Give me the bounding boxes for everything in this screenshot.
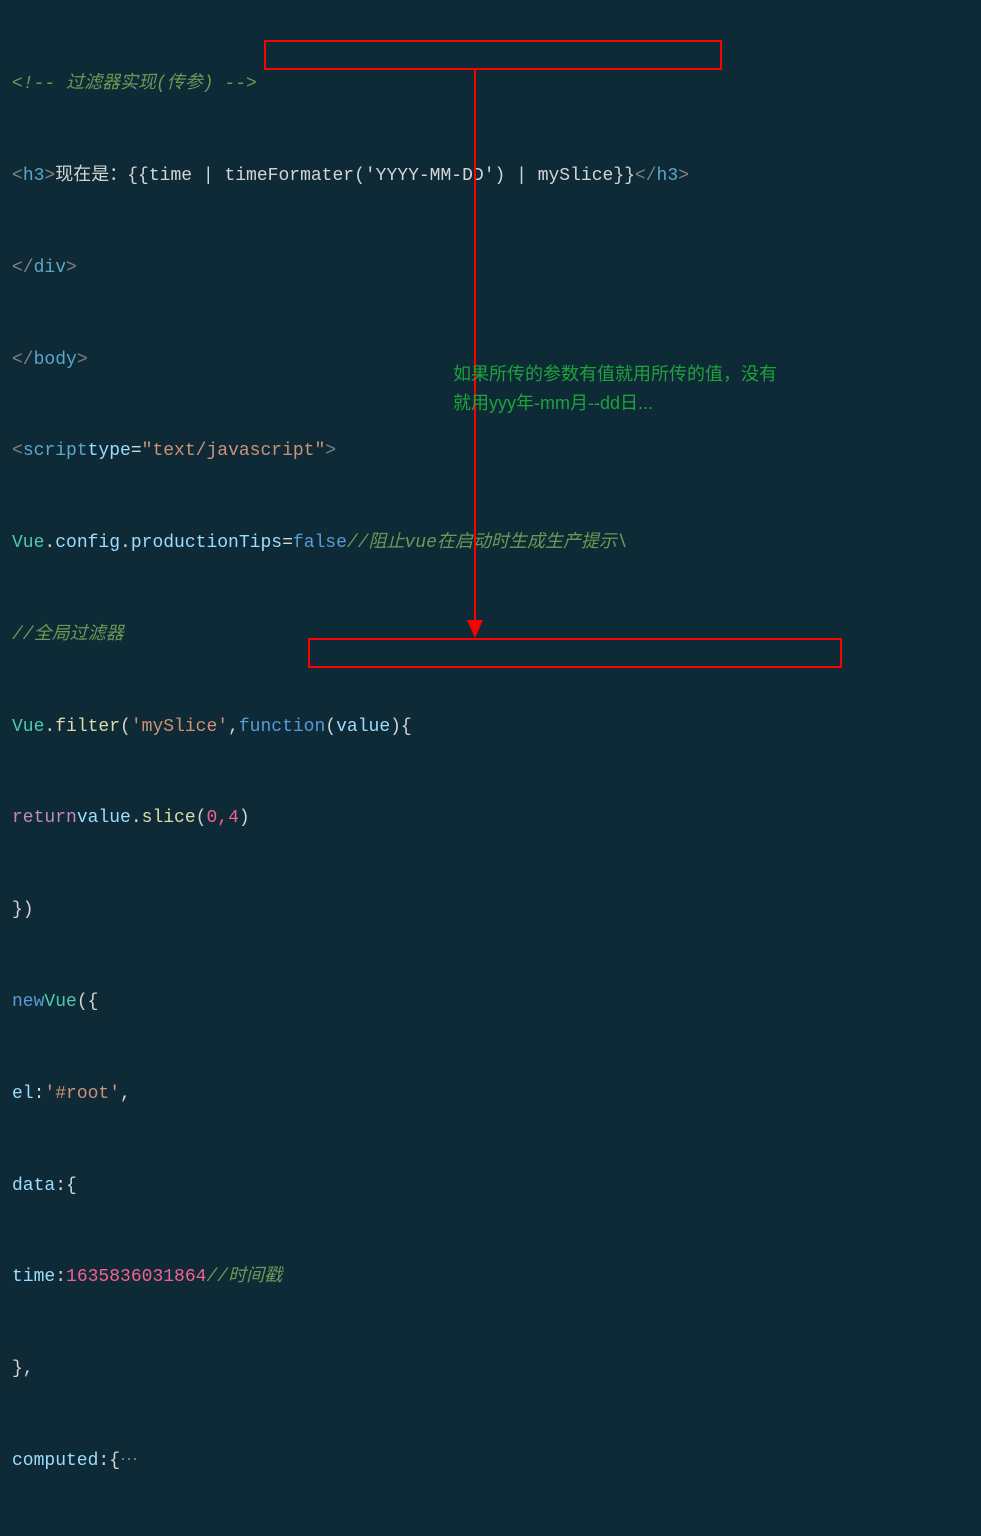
slice-args: 0,4 [206, 803, 238, 834]
comment-text: //时间戳 [206, 1262, 282, 1293]
code-line[interactable]: <script type="text/javascript"> [0, 436, 981, 467]
code-line[interactable]: time:1635836031864 //时间戳 [0, 1262, 981, 1293]
comment-text: //阻止vue在启动时生成生产提示\ [347, 528, 628, 559]
code-line[interactable]: <!-- 过滤器实现(传参) --> [0, 69, 981, 100]
code-line[interactable]: <h3>现在是：{{time | timeFormater('YYYY-MM-D… [0, 161, 981, 192]
code-editor[interactable]: <!-- 过滤器实现(传参) --> <h3>现在是：{{time | time… [0, 0, 981, 1536]
code-line[interactable]: return value.slice(0,4) [0, 803, 981, 834]
code-line[interactable]: </div> [0, 253, 981, 284]
el-value: '#root' [44, 1079, 120, 1110]
code-line[interactable]: data:{ [0, 1171, 981, 1202]
filter-expression: {{time | timeFormater('YYYY-MM-DD') | my… [127, 161, 635, 192]
script-type: "text/javascript" [142, 436, 326, 467]
filter-name: 'mySlice' [131, 712, 228, 743]
time-value: 1635836031864 [66, 1262, 206, 1293]
code-line[interactable]: new Vue({ [0, 987, 981, 1018]
code-line[interactable]: //全局过滤器 [0, 620, 981, 651]
code-line[interactable]: computed:{ ⋯ [0, 1446, 981, 1477]
code-line[interactable]: Vue.filter('mySlice',function(value){ [0, 712, 981, 743]
h3-text: 现在是： [55, 161, 127, 192]
code-line[interactable]: el:'#root', [0, 1079, 981, 1110]
comment-text: //全局过滤器 [12, 620, 124, 651]
code-line[interactable]: Vue.config.productionTips = false //阻止vu… [0, 528, 981, 559]
comment-text: <!-- 过滤器实现(传参) --> [12, 69, 257, 100]
annotation-text: 如果所传的参数有值就用所传的值，没有 就用yyy年-mm月--dd日... [453, 360, 777, 418]
fold-icon[interactable]: ⋯ [120, 1446, 138, 1477]
code-line[interactable]: }) [0, 895, 981, 926]
code-line[interactable]: }, [0, 1354, 981, 1385]
